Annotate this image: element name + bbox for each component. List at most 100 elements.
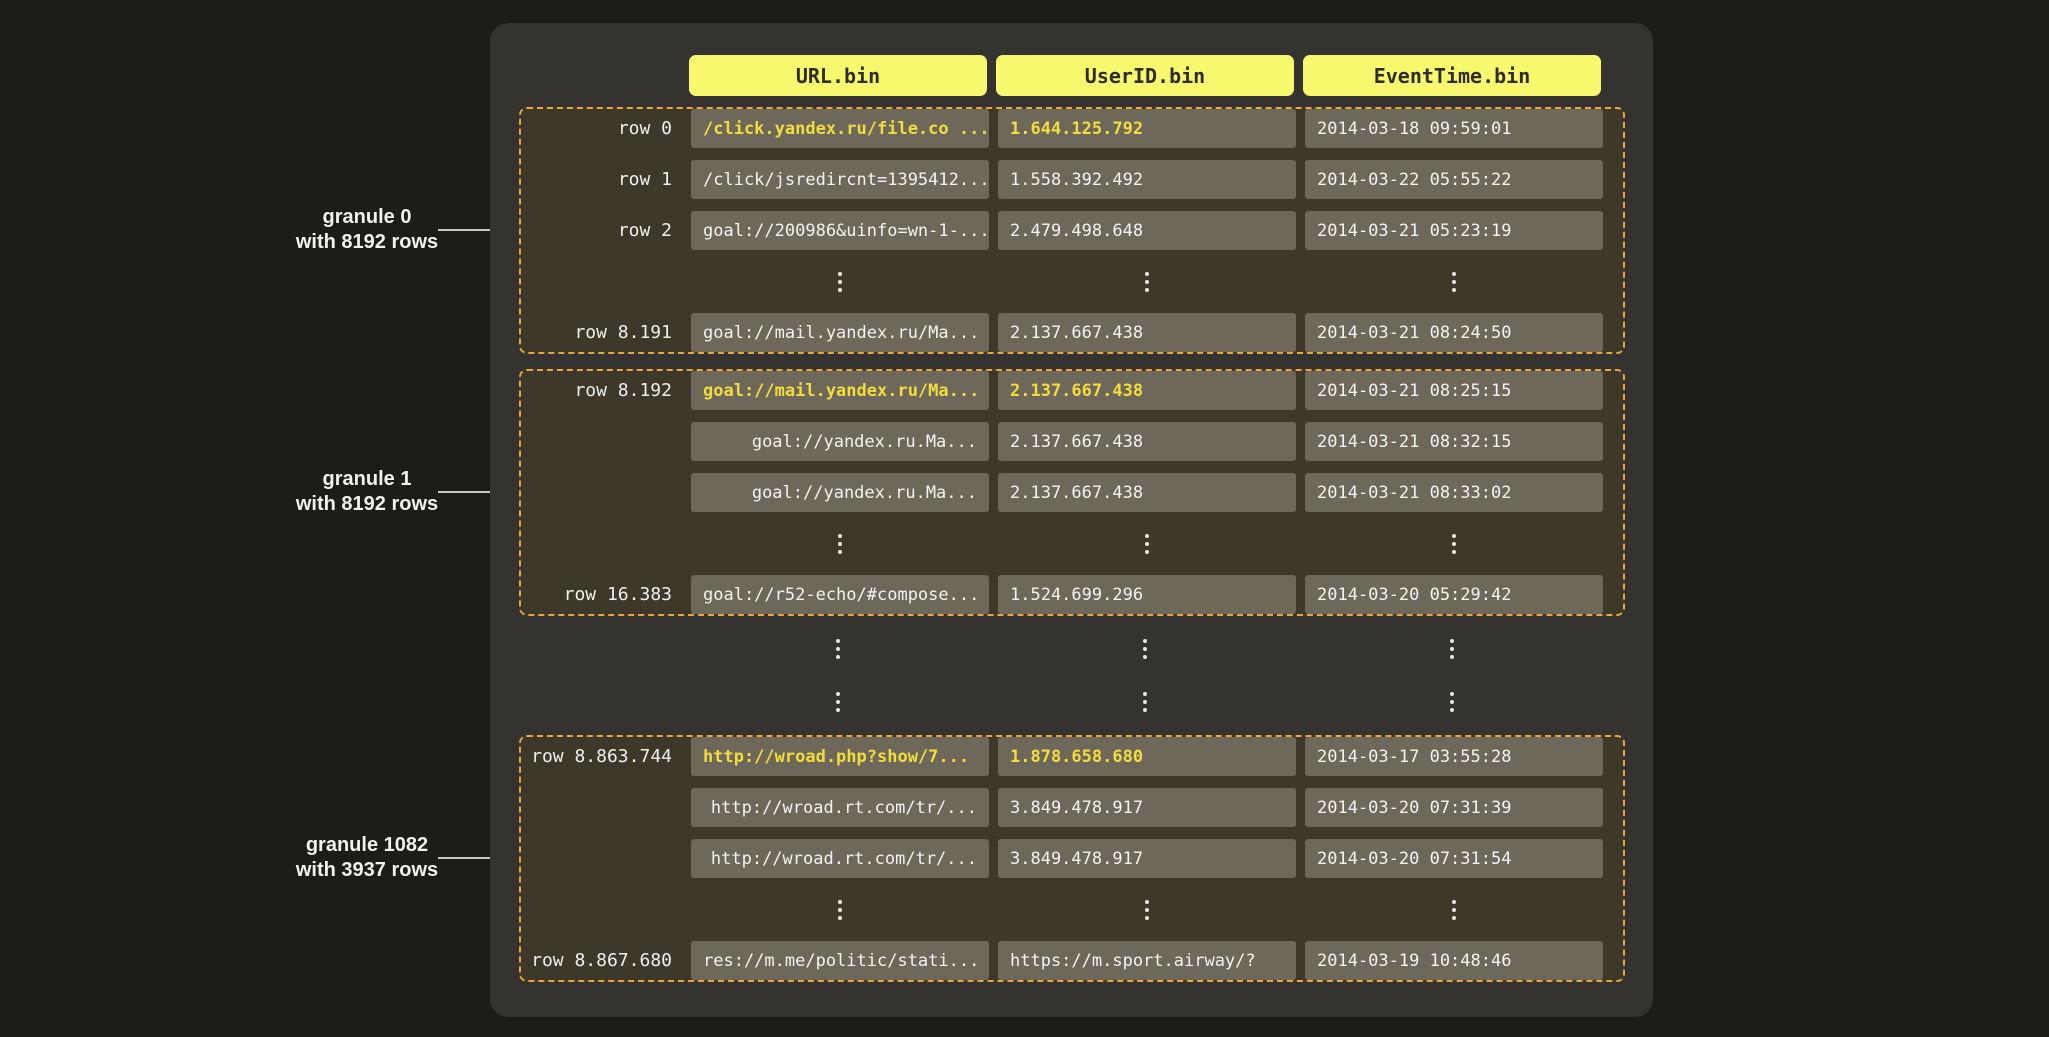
table-row: http://wroad.rt.com/tr/...3.849.478.9172… [521,788,1603,827]
table-row: http://wroad.rt.com/tr/...3.849.478.9172… [521,839,1603,878]
row-label [521,839,682,878]
vertical-ellipsis [689,682,987,721]
table-row: row 8.867.680res://m.me/politic/stati...… [521,941,1603,980]
userid-cell: 2.137.667.438 [998,422,1296,461]
url-cell: /click.yandex.ru/file.co ... [691,109,989,148]
vertical-ellipsis [996,630,1294,669]
table-row: row 0/click.yandex.ru/file.co ...1.644.1… [521,109,1603,148]
vertical-ellipsis [1305,890,1603,929]
userid-cell: 2.137.667.438 [998,313,1296,352]
annotation-subtitle: with 8192 rows [267,492,467,517]
vertical-ellipsis-dots [838,900,842,920]
column-header-userid-bin: UserID.bin [996,55,1294,96]
userid-cell: 3.849.478.917 [998,788,1296,827]
vertical-ellipsis [998,524,1296,563]
userid-cell: https://m.sport.airway/? [998,941,1296,980]
table-row: row 1/click/jsredircnt=1395412...1.558.3… [521,160,1603,199]
row-label [521,473,682,512]
userid-cell: 1.558.392.492 [998,160,1296,199]
userid-cell: 1.524.699.296 [998,575,1296,614]
granule-list: row 0/click.yandex.ru/file.co ...1.644.1… [490,107,1653,982]
column-header-url-bin: URL.bin [689,55,987,96]
vertical-ellipsis-dots [838,272,842,292]
eventtime-cell: 2014-03-19 10:48:46 [1305,941,1603,980]
table-row: row 8.191goal://mail.yandex.ru/Ma...2.13… [521,313,1603,352]
row-label: row 16.383 [521,575,682,614]
ellipsis-row [519,682,1601,721]
annotation-subtitle: with 3937 rows [267,858,467,883]
row-label [519,630,680,669]
annotation-subtitle: with 8192 rows [267,230,467,255]
vertical-ellipsis [996,682,1294,721]
vertical-ellipsis [998,262,1296,301]
vertical-ellipsis-dots [1452,534,1456,554]
ellipsis-row [519,630,1601,669]
vertical-ellipsis-dots [1450,692,1454,712]
panel: URL.binUserID.binEventTime.bin row 0/cli… [490,23,1653,1017]
eventtime-cell: 2014-03-20 07:31:54 [1305,839,1603,878]
userid-cell: 1.644.125.792 [998,109,1296,148]
url-cell: goal://200986&uinfo=wn-1-... [691,211,989,250]
row-label: row 2 [521,211,682,250]
url-cell: /click/jsredircnt=1395412... [691,160,989,199]
vertical-ellipsis [1305,524,1603,563]
url-cell: http://wroad.rt.com/tr/... [691,788,989,827]
row-label: row 0 [521,109,682,148]
url-cell: http://wroad.rt.com/tr/... [691,839,989,878]
ellipsis-row [521,262,1603,301]
userid-cell: 2.137.667.438 [998,473,1296,512]
table-row: row 16.383goal://r52-echo/#compose...1.5… [521,575,1603,614]
table-row: row 8.192goal://mail.yandex.ru/Ma...2.13… [521,371,1603,410]
annotation-title: granule 0 [267,205,467,230]
url-cell: goal://yandex.ru.Ma... [691,473,989,512]
vertical-ellipsis-dots [836,639,840,659]
url-cell: goal://yandex.ru.Ma... [691,422,989,461]
ellipsis-row [521,524,1603,563]
vertical-ellipsis [691,890,989,929]
vertical-ellipsis-dots [1452,900,1456,920]
userid-cell: 2.479.498.648 [998,211,1296,250]
userid-cell: 3.849.478.917 [998,839,1296,878]
vertical-ellipsis-dots [836,692,840,712]
eventtime-cell: 2014-03-21 08:33:02 [1305,473,1603,512]
url-cell: goal://r52-echo/#compose... [691,575,989,614]
table-row: goal://yandex.ru.Ma...2.137.667.4382014-… [521,473,1603,512]
eventtime-cell: 2014-03-20 05:29:42 [1305,575,1603,614]
row-label [521,890,682,929]
table-row: row 8.863.744http://wroad.php?show/7...1… [521,737,1603,776]
eventtime-cell: 2014-03-21 08:25:15 [1305,371,1603,410]
annotation-title: granule 1 [267,467,467,492]
ellipsis-row [521,890,1603,929]
vertical-ellipsis-dots [1145,272,1149,292]
vertical-ellipsis [689,630,987,669]
collapsed-rows-ellipsis [519,616,1625,735]
column-header-row: URL.binUserID.binEventTime.bin [519,55,1601,96]
eventtime-cell: 2014-03-21 08:32:15 [1305,422,1603,461]
row-label: row 8.867.680 [521,941,682,980]
eventtime-cell: 2014-03-21 05:23:19 [1305,211,1603,250]
row-label [521,262,682,301]
table-row: goal://yandex.ru.Ma...2.137.667.4382014-… [521,422,1603,461]
url-cell: http://wroad.php?show/7... [691,737,989,776]
eventtime-cell: 2014-03-20 07:31:39 [1305,788,1603,827]
vertical-ellipsis [691,524,989,563]
row-label [519,682,680,721]
vertical-ellipsis [1303,682,1601,721]
url-cell: goal://mail.yandex.ru/Ma... [691,313,989,352]
row-label: row 1 [521,160,682,199]
row-label: row 8.863.744 [521,737,682,776]
userid-cell: 2.137.667.438 [998,371,1296,410]
header-spacer [519,55,680,96]
eventtime-cell: 2014-03-22 05:55:22 [1305,160,1603,199]
eventtime-cell: 2014-03-17 03:55:28 [1305,737,1603,776]
vertical-ellipsis [691,262,989,301]
row-label: row 8.192 [521,371,682,410]
annotation-title: granule 1082 [267,833,467,858]
vertical-ellipsis [998,890,1296,929]
granule-annotation-0: granule 0with 8192 rows [267,205,467,255]
eventtime-cell: 2014-03-21 08:24:50 [1305,313,1603,352]
row-label: row 8.191 [521,313,682,352]
url-cell: goal://mail.yandex.ru/Ma... [691,371,989,410]
granule-box-0: row 0/click.yandex.ru/file.co ...1.644.1… [519,107,1625,354]
vertical-ellipsis-dots [1145,534,1149,554]
